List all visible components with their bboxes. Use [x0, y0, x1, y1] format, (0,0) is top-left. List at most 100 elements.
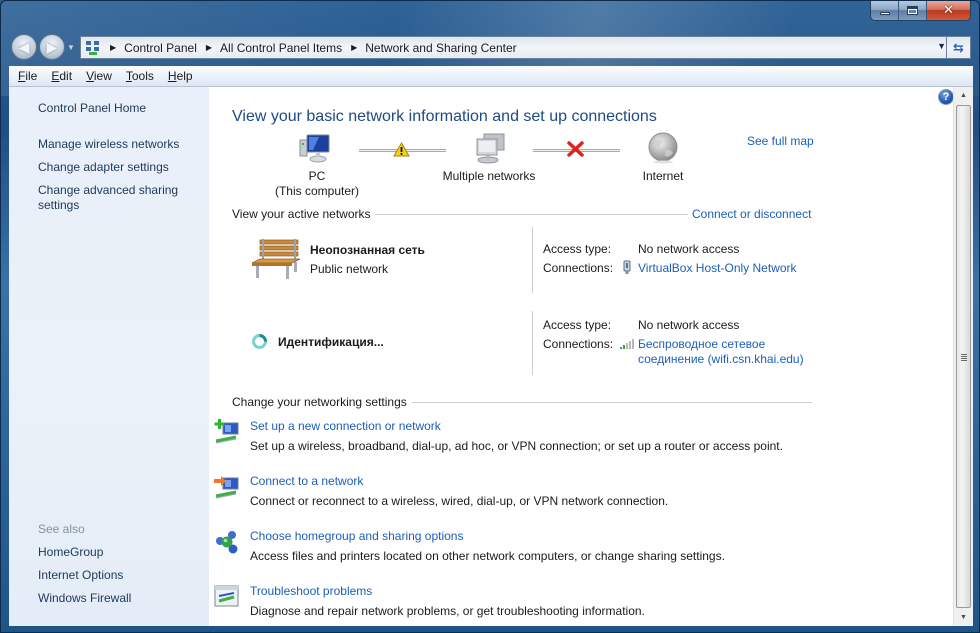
map-node-pc: PC (This computer)	[267, 169, 367, 199]
vertical-divider	[532, 311, 533, 375]
main-panel: ? View your basic network information an…	[209, 87, 954, 626]
navigation-bar: ◀ ▶ ▼ ▶ Control Panel ▶ All Control Pane…	[9, 33, 971, 61]
multiple-networks-icon[interactable]	[472, 133, 506, 165]
forward-button[interactable]: ▶	[39, 34, 65, 60]
connections-label: Connections:	[543, 261, 614, 275]
content-area: Control Panel Home Manage wireless netwo…	[9, 87, 973, 626]
close-button[interactable]: ✕	[927, 1, 970, 20]
close-icon: ✕	[943, 3, 954, 18]
scroll-up-button[interactable]: ▲	[954, 87, 973, 104]
breadcrumb-separator[interactable]: ▶	[110, 43, 116, 52]
computer-icon	[299, 134, 330, 163]
network-center-icon	[85, 40, 101, 56]
breadcrumb-control-panel[interactable]: Control Panel	[124, 41, 197, 55]
connection-link-wireless[interactable]: Беспроводное сетевое соединение (wifi.cs…	[638, 337, 804, 367]
see-full-map-link[interactable]: See full map	[747, 134, 814, 148]
pc-label: PC	[308, 169, 326, 183]
connect-or-disconnect-link[interactable]: Connect or disconnect	[692, 207, 811, 221]
troubleshoot-desc: Diagnose and repair network problems, or…	[250, 604, 645, 618]
minimize-button[interactable]	[871, 1, 899, 20]
connections-label: Connections:	[543, 337, 614, 351]
section-divider	[412, 402, 812, 403]
ethernet-adapter-icon	[623, 260, 631, 274]
refresh-icon: ⇆	[953, 39, 964, 55]
section-divider	[375, 214, 688, 215]
address-dropdown-icon[interactable]: ▼	[937, 41, 946, 51]
sidebar-control-panel-home[interactable]: Control Panel Home	[38, 101, 146, 116]
menu-file[interactable]: File	[11, 69, 44, 83]
wireless-connection-ssid: соединение (wifi.csn.khai.edu)	[638, 352, 804, 366]
task-homegroup-sharing: Choose homegroup and sharing options Acc…	[216, 529, 870, 564]
sidebar-change-advanced-sharing[interactable]: Change advanced sharing settings	[38, 183, 188, 213]
sidebar-manage-wireless-networks[interactable]: Manage wireless networks	[38, 137, 179, 152]
address-bar[interactable]: ▶ Control Panel ▶ All Control Panel Item…	[80, 36, 953, 59]
public-network-bench-icon[interactable]	[250, 237, 302, 281]
internet-globe-icon[interactable]	[647, 132, 679, 164]
network-name: Неопознанная сеть	[310, 243, 425, 257]
help-icon[interactable]: ?	[938, 89, 954, 105]
sidebar-windows-firewall[interactable]: Windows Firewall	[38, 591, 131, 606]
homegroup-sharing-desc: Access files and printers located on oth…	[250, 549, 725, 563]
sidebar: Control Panel Home Manage wireless netwo…	[9, 87, 209, 626]
recent-pages-dropdown[interactable]: ▼	[67, 43, 75, 52]
homegroup-sharing-icon	[216, 531, 238, 554]
pc-sublabel: (This computer)	[274, 184, 360, 198]
menu-edit[interactable]: Edit	[44, 69, 79, 83]
page-title: View your basic network information and …	[232, 108, 657, 125]
scroll-thumb[interactable]	[956, 105, 971, 608]
menu-bar: File Edit View Tools Help	[9, 66, 973, 87]
maximize-button[interactable]	[899, 1, 927, 20]
identifying-spinner-icon	[252, 334, 267, 349]
network-category-link[interactable]: Public network	[310, 262, 388, 276]
active-networks-heading: View your active networks	[232, 207, 371, 221]
map-node-internet: Internet	[642, 169, 684, 183]
menu-help[interactable]: Help	[161, 69, 200, 83]
maximize-icon	[907, 6, 918, 15]
disconnected-x-icon[interactable]	[567, 141, 584, 157]
networking-settings-heading: Change your networking settings	[232, 395, 407, 409]
sidebar-change-adapter-settings[interactable]: Change adapter settings	[38, 160, 169, 175]
task-connect-network: Connect to a network Connect or reconnec…	[214, 474, 870, 509]
sidebar-internet-options[interactable]: Internet Options	[38, 568, 123, 583]
minimize-icon	[879, 12, 890, 15]
wifi-signal-icon	[620, 339, 634, 349]
network-sharing-center-window: ✕ ◀ ▶ ▼ ▶ Control Panel ▶ All Control Pa…	[0, 0, 980, 633]
breadcrumb-separator[interactable]: ▶	[206, 43, 212, 52]
troubleshoot-icon	[214, 585, 239, 607]
warning-icon[interactable]	[393, 142, 410, 157]
scroll-down-button[interactable]: ▼	[954, 609, 973, 626]
access-type-label: Access type:	[543, 318, 612, 332]
new-connection-icon	[214, 419, 239, 444]
caption-buttons: ✕	[870, 1, 971, 21]
access-type-value: No network access	[638, 318, 740, 332]
see-also-heading: See also	[38, 522, 85, 536]
task-troubleshoot: Troubleshoot problems Diagnose and repai…	[214, 584, 870, 619]
vertical-divider	[532, 227, 533, 293]
breadcrumb-all-items[interactable]: All Control Panel Items	[220, 41, 342, 55]
homegroup-sharing-link[interactable]: Choose homegroup and sharing options	[250, 529, 870, 544]
refresh-button[interactable]: ⇆	[946, 36, 971, 59]
troubleshoot-link[interactable]: Troubleshoot problems	[250, 584, 870, 599]
menu-tools[interactable]: Tools	[119, 69, 161, 83]
scroll-grip-icon	[961, 353, 967, 361]
access-type-label: Access type:	[543, 242, 612, 256]
forward-arrow-icon: ▶	[46, 38, 58, 55]
wireless-connection-name: Беспроводное сетевое	[638, 337, 766, 351]
connect-network-link[interactable]: Connect to a network	[250, 474, 870, 489]
sidebar-homegroup[interactable]: HomeGroup	[38, 545, 103, 560]
breadcrumb-network-sharing-center[interactable]: Network and Sharing Center	[365, 41, 516, 55]
menu-view[interactable]: View	[79, 69, 119, 83]
vertical-scrollbar[interactable]: ▲ ▼	[953, 87, 973, 626]
map-node-networks: Multiple networks	[442, 169, 536, 183]
connect-network-icon	[214, 476, 239, 499]
connect-network-desc: Connect or reconnect to a wireless, wire…	[250, 494, 669, 508]
back-arrow-icon: ◀	[18, 38, 30, 55]
task-setup-new-connection: Set up a new connection or network Set u…	[214, 419, 870, 454]
setup-new-connection-desc: Set up a wireless, broadband, dial-up, a…	[250, 439, 783, 453]
connection-link-virtualbox[interactable]: VirtualBox Host-Only Network	[638, 261, 797, 276]
access-type-value: No network access	[638, 242, 740, 256]
identifying-network-name: Идентификация...	[278, 335, 384, 349]
setup-new-connection-link[interactable]: Set up a new connection or network	[250, 419, 870, 434]
breadcrumb-separator[interactable]: ▶	[351, 43, 357, 52]
back-button[interactable]: ◀	[11, 34, 37, 60]
